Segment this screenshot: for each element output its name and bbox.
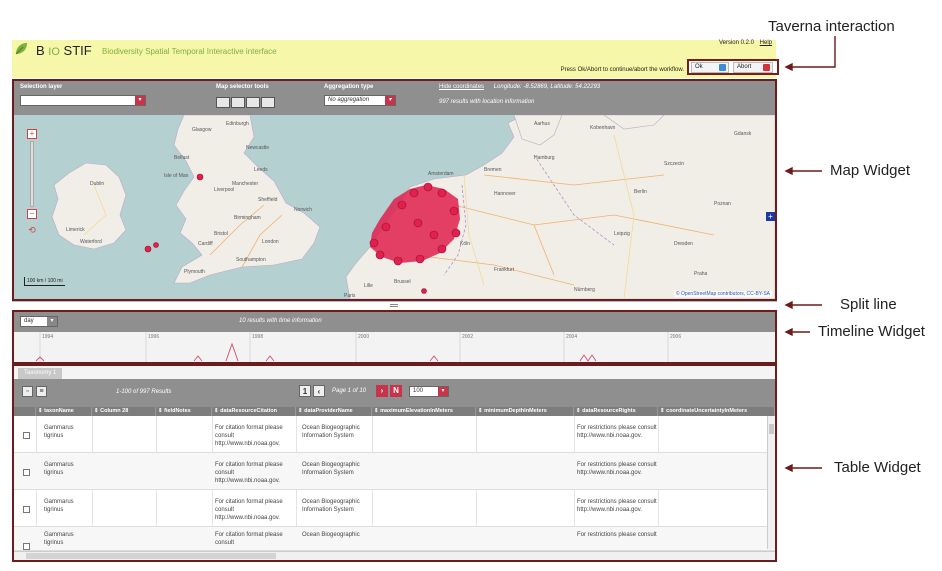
screenshot-stage: B IO STIF Biodiversity Spatial Temporal … (0, 0, 942, 571)
annotation-table-widget: Table Widget (834, 459, 921, 476)
annotation-timeline-widget: Timeline Widget (818, 323, 925, 340)
annotation-map-widget: Map Widget (830, 162, 911, 179)
annotation-arrows (784, 36, 836, 473)
annotation-taverna: Taverna interaction (768, 18, 895, 35)
annotation-split-line: Split line (840, 296, 897, 313)
